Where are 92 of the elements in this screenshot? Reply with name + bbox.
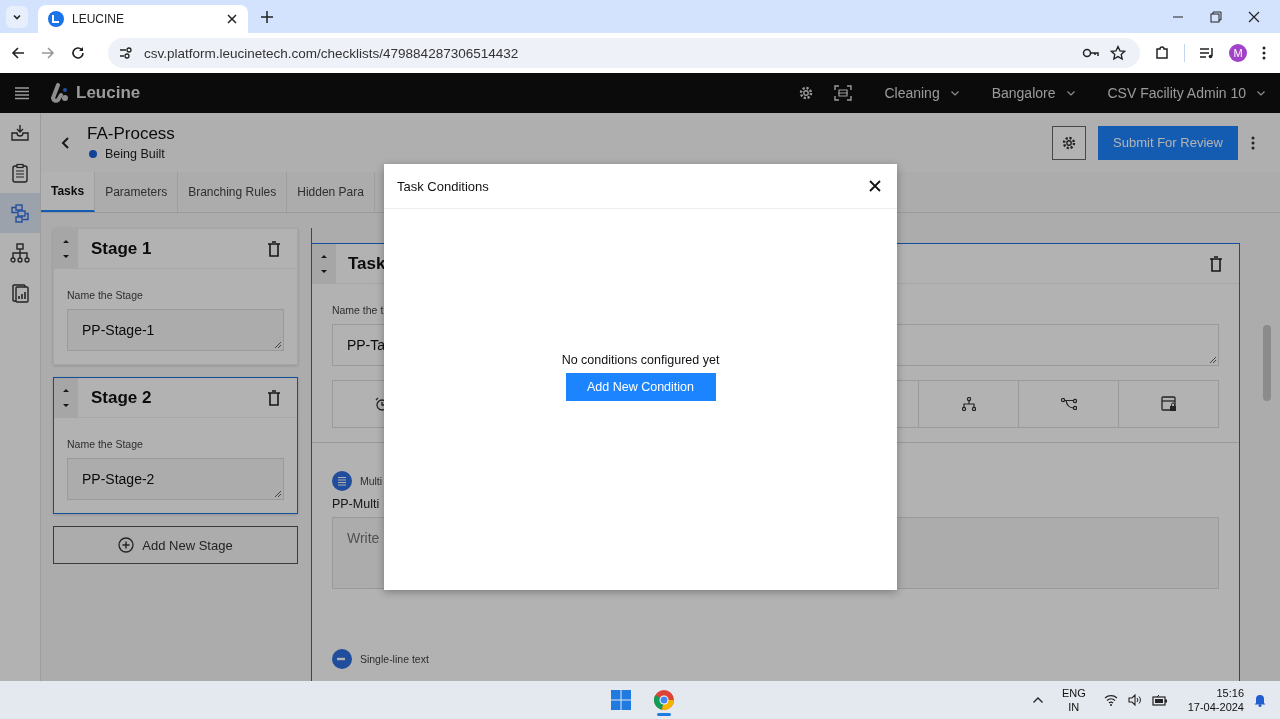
- scan-icon[interactable]: [834, 85, 853, 101]
- stage-card[interactable]: Stage 1 Name the Stage PP-Stage-1: [53, 228, 298, 365]
- battery-icon[interactable]: [1151, 694, 1168, 706]
- reorder-control[interactable]: [54, 378, 78, 417]
- add-condition-button[interactable]: Add New Condition: [565, 372, 716, 401]
- forward-icon[interactable]: [40, 45, 56, 61]
- reorder-control[interactable]: [54, 229, 78, 268]
- logo-icon: [50, 83, 70, 103]
- process-title: FA-Process: [87, 124, 175, 144]
- back-icon[interactable]: [10, 45, 26, 61]
- resize-grip-icon[interactable]: [273, 341, 281, 348]
- hierarchy-icon: [10, 243, 30, 263]
- more-options-icon[interactable]: [1250, 134, 1256, 151]
- settings-button[interactable]: [1052, 125, 1086, 160]
- chevron-down-icon: [1256, 88, 1266, 98]
- header-dropdown[interactable]: Bangalore: [979, 85, 1076, 101]
- status-dot: [89, 150, 97, 158]
- tab[interactable]: Tasks: [41, 172, 96, 212]
- task-title: Task: [347, 253, 386, 274]
- site-logo-icon: [48, 11, 64, 27]
- clock-time[interactable]: 15:16: [1216, 686, 1244, 700]
- url-text: csv.platform.leucinetech.com/checklists/479884287306514432: [144, 45, 519, 61]
- header-dropdown[interactable]: Cleaning: [872, 85, 960, 101]
- reorder-control[interactable]: [311, 244, 336, 283]
- status-text: Being Built: [105, 147, 165, 161]
- plus-circle-icon: [118, 537, 135, 553]
- trash-icon[interactable]: [266, 240, 281, 257]
- clipboard-icon: [10, 163, 30, 183]
- parameter-type-label: Single-line text: [359, 653, 429, 665]
- field-label: Name the Stage: [67, 438, 144, 450]
- language-text[interactable]: ENG: [1061, 686, 1086, 700]
- brand-name: Leucine: [76, 83, 141, 103]
- up-down-arrows-icon: [319, 252, 328, 275]
- resize-grip-icon[interactable]: [273, 490, 281, 497]
- field-label: Name the Stage: [67, 289, 144, 301]
- workflow-icon: [10, 203, 30, 223]
- trash-icon[interactable]: [1209, 255, 1224, 272]
- up-down-arrows-icon: [62, 237, 70, 260]
- profile-avatar[interactable]: M: [1229, 44, 1247, 62]
- locked-window-icon: [1160, 396, 1177, 412]
- trash-icon[interactable]: [266, 389, 281, 406]
- stage-name-field[interactable]: PP-Stage-1: [67, 309, 284, 351]
- reload-icon[interactable]: [70, 45, 86, 61]
- parameter-type-label: Multi: [359, 475, 383, 487]
- address-bar[interactable]: csv.platform.leucinetech.com/checklists/479884287306514432: [108, 38, 1140, 68]
- branch-icon: [961, 397, 976, 411]
- close-icon[interactable]: [1248, 10, 1260, 23]
- browser-app-icon: [653, 689, 675, 711]
- up-down-arrows-icon: [62, 386, 70, 409]
- parameter-name: PP-Multi: [331, 497, 381, 511]
- restore-icon[interactable]: [1210, 10, 1222, 23]
- stage-card[interactable]: Stage 2 Name the Stage PP-Stage-2: [53, 377, 298, 514]
- new-tab-icon[interactable]: [260, 9, 274, 24]
- resize-grip-icon[interactable]: [1209, 356, 1217, 363]
- tab-list-button[interactable]: [6, 5, 28, 28]
- paragraph-icon: [331, 471, 352, 491]
- media-queue-icon[interactable]: [1199, 45, 1215, 61]
- back-chevron-icon[interactable]: [61, 135, 71, 150]
- site-settings-icon[interactable]: [118, 45, 134, 61]
- stage-title: Stage 2: [91, 387, 152, 408]
- stage-title: Stage 1: [91, 238, 152, 259]
- key-icon[interactable]: [1082, 46, 1100, 60]
- nav-rail-item[interactable]: [0, 193, 40, 233]
- notification-bell-icon[interactable]: [1254, 693, 1266, 707]
- menu-icon[interactable]: [14, 86, 30, 100]
- browser-tab[interactable]: LEUCINE: [38, 5, 248, 33]
- header-dropdown[interactable]: CSV Facility Admin 10: [1095, 85, 1266, 101]
- dialog-title: Task Conditions: [397, 178, 489, 194]
- tab-title: LEUCINE: [72, 12, 125, 26]
- wifi-icon[interactable]: [1103, 694, 1118, 706]
- chevron-down-icon: [949, 88, 960, 98]
- close-icon[interactable]: [226, 13, 238, 25]
- report-icon: [10, 283, 30, 303]
- speaker-icon[interactable]: [1127, 694, 1142, 706]
- add-stage-button[interactable]: Add New Stage: [53, 526, 298, 564]
- route-icon: [1060, 398, 1077, 410]
- settings-icon[interactable]: [798, 85, 815, 101]
- scrollbar-thumb[interactable]: [1262, 325, 1271, 401]
- chevron-up-icon[interactable]: [1031, 696, 1044, 704]
- empty-state-text: No conditions configured yet: [561, 352, 720, 367]
- clock-date[interactable]: 17-04-2024: [1187, 700, 1244, 714]
- stage-name-field[interactable]: PP-Stage-2: [67, 458, 284, 500]
- field-label: Name the t: [331, 304, 385, 316]
- close-icon[interactable]: [869, 180, 881, 192]
- extensions-icon[interactable]: [1154, 45, 1170, 61]
- settings-icon: [1061, 134, 1077, 151]
- chevron-down-icon: [1065, 88, 1076, 98]
- inbox-icon: [10, 123, 30, 143]
- bookmark-star-icon[interactable]: [1110, 45, 1126, 61]
- more-options-icon[interactable]: [1261, 45, 1267, 61]
- windows-start-icon[interactable]: [611, 690, 631, 710]
- region-text[interactable]: IN: [1068, 700, 1080, 714]
